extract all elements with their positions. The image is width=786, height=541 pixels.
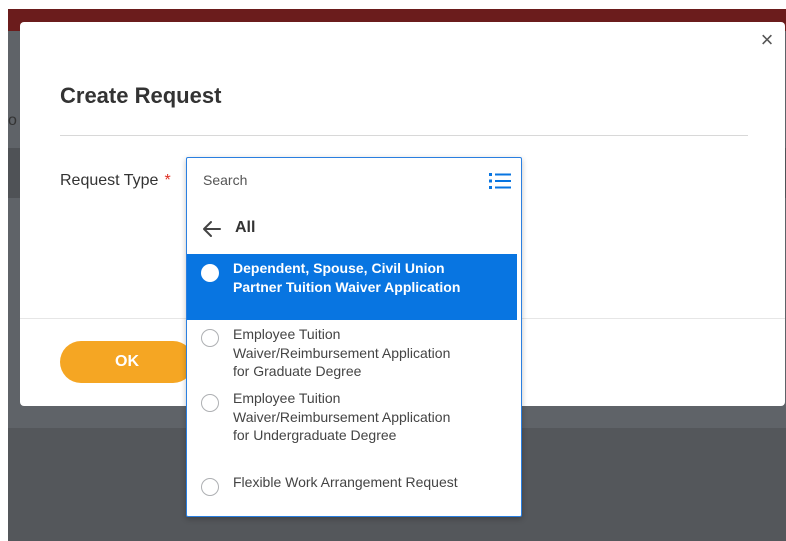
option-label: Dependent, Spouse, Civil Union Partner T… — [233, 260, 461, 295]
back-to-all[interactable]: All — [187, 214, 521, 244]
option-label: Employee Tuition Waiver/Reimbursement Ap… — [233, 390, 451, 443]
search-row — [187, 158, 521, 202]
option-dependent-tuition-waiver[interactable]: Dependent, Spouse, Civil Union Partner T… — [187, 254, 517, 320]
title-divider — [60, 135, 748, 136]
dialog-title: Create Request — [60, 83, 222, 108]
background-text: o — [8, 112, 17, 129]
request-type-dropdown: All Dependent, Spouse, Civil Union Partn… — [186, 157, 522, 517]
page-edge — [0, 0, 8, 541]
radio-icon — [201, 329, 219, 347]
search-input[interactable] — [203, 170, 473, 190]
option-employee-graduate[interactable]: Employee Tuition Waiver/Reimbursement Ap… — [187, 320, 517, 384]
back-label: All — [235, 219, 256, 236]
ok-button[interactable]: OK — [60, 341, 194, 383]
option-label: Flexible Work Arrangement Request — [233, 474, 458, 490]
radio-icon — [201, 478, 219, 496]
option-employee-undergraduate[interactable]: Employee Tuition Waiver/Reimbursement Ap… — [187, 384, 517, 466]
radio-icon — [201, 394, 219, 412]
request-type-label: Request Type * — [60, 172, 171, 190]
required-marker: * — [164, 172, 171, 189]
list-view-icon[interactable] — [489, 172, 511, 190]
option-label: Employee Tuition Waiver/Reimbursement Ap… — [233, 326, 451, 379]
close-icon[interactable]: × — [757, 29, 777, 51]
arrow-left-icon — [203, 221, 221, 237]
radio-icon — [201, 264, 219, 282]
request-type-label-text: Request Type — [60, 172, 159, 189]
option-flexible-work[interactable]: Flexible Work Arrangement Request — [187, 468, 517, 514]
